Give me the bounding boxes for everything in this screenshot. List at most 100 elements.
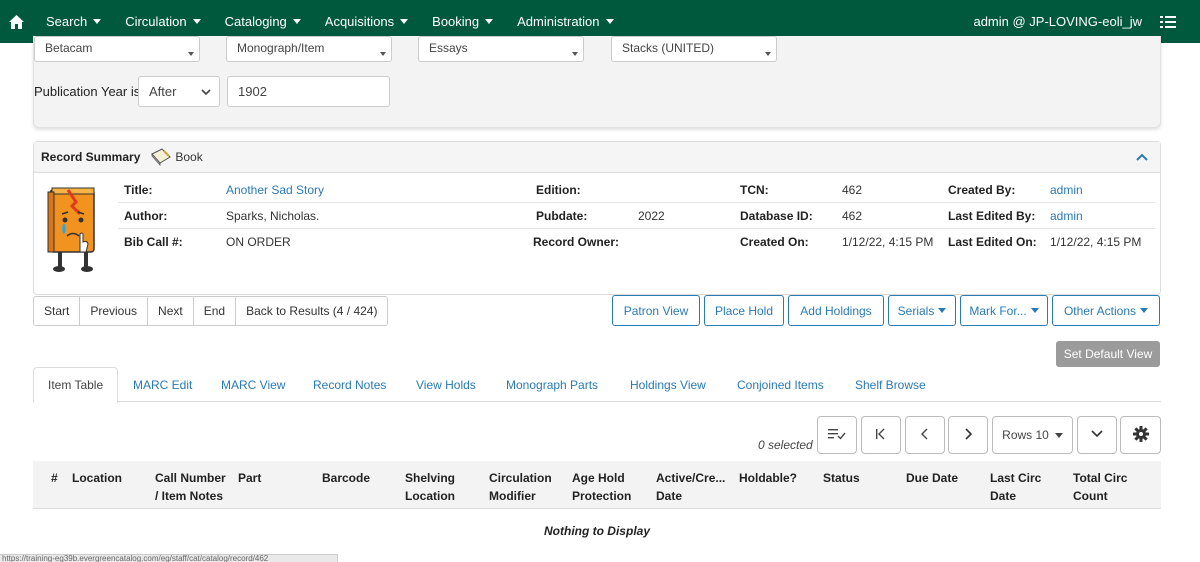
- nav-label: Acquisitions: [324, 14, 395, 29]
- select-arrow-icon: [188, 52, 194, 56]
- book-format-icon: [150, 148, 172, 166]
- bib-level-filter-select[interactable]: Monograph/Item: [226, 36, 392, 62]
- column-header-due-date[interactable]: Due Date: [906, 469, 958, 487]
- record-summary-row: Title: Another Sad Story Edition: TCN: 4…: [118, 177, 1155, 203]
- patron-view-button[interactable]: Patron View: [612, 295, 700, 326]
- column-header-label: Location: [72, 471, 122, 485]
- column-header-location[interactable]: Location: [72, 469, 122, 487]
- chevron-down-icon: [201, 85, 211, 100]
- literary-form-filter-select[interactable]: Essays: [418, 36, 584, 62]
- tab-marc-view[interactable]: MARC View: [221, 367, 285, 402]
- nav-label: Cataloging: [224, 14, 287, 29]
- pager-end-button[interactable]: End: [194, 297, 237, 325]
- caret-down-icon: [938, 308, 947, 313]
- tab-holdings-view[interactable]: Holdings View: [630, 367, 706, 402]
- location-filter-select[interactable]: Stacks (UNITED): [611, 36, 777, 62]
- place-hold-button[interactable]: Place Hold: [704, 295, 784, 326]
- caret-down-icon: [1140, 308, 1149, 313]
- hamburger-menu-icon[interactable]: [1158, 0, 1178, 43]
- caret-down-icon: [1054, 432, 1063, 438]
- column-header-index[interactable]: #: [51, 469, 58, 487]
- select-value: Stacks (UNITED): [622, 41, 715, 55]
- chevron-up-icon[interactable]: [1136, 150, 1148, 165]
- column-header-call-number[interactable]: Call Number / Item Notes: [155, 469, 226, 505]
- next-page-button[interactable]: [948, 416, 988, 454]
- pager-start-button[interactable]: Start: [34, 297, 81, 325]
- user-workstation-label[interactable]: admin @ JP-LOVING-eoli_jw: [973, 14, 1142, 29]
- tab-conjoined-items[interactable]: Conjoined Items: [737, 367, 824, 402]
- tab-monograph-parts[interactable]: Monograph Parts: [506, 367, 598, 402]
- column-header-label: Holdable?: [739, 471, 798, 485]
- caret-down-icon: [1030, 308, 1039, 313]
- column-header-label: Modifier: [489, 489, 536, 503]
- book-cover-image: [46, 184, 104, 276]
- tab-record-notes[interactable]: Record Notes: [313, 367, 386, 402]
- grid-settings-button[interactable]: [1120, 416, 1161, 454]
- column-header-label: Location: [405, 489, 455, 503]
- column-header-circulation-modifier[interactable]: Circulation Modifier: [489, 469, 552, 505]
- record-summary-panel: Record Summary Book Title: Another Sad S…: [33, 141, 1161, 295]
- select-value: After: [149, 84, 177, 99]
- tab-view-holds[interactable]: View Holds: [416, 367, 476, 402]
- title-link[interactable]: Another Sad Story: [226, 183, 324, 197]
- item-form-filter-select[interactable]: Betacam: [34, 36, 200, 62]
- column-header-age-hold-protection[interactable]: Age Hold Protection: [572, 469, 631, 505]
- pager-previous-button[interactable]: Previous: [80, 297, 149, 325]
- last-edited-by-label: Last Edited By:: [948, 209, 1036, 223]
- caret-down-icon: [400, 19, 409, 24]
- publication-year-input[interactable]: 1902: [227, 76, 390, 107]
- publication-year-operator-select[interactable]: After: [138, 76, 220, 107]
- rows-per-page-dropdown[interactable]: Rows 10: [992, 416, 1073, 454]
- created-by-label: Created By:: [948, 183, 1016, 197]
- tcn-label: TCN:: [740, 183, 769, 197]
- column-header-label: Due Date: [906, 471, 959, 485]
- column-header-label: Age Hold: [572, 471, 625, 485]
- column-header-label: Circulation: [489, 471, 552, 485]
- select-rows-button[interactable]: [817, 416, 857, 454]
- author-label: Author:: [124, 209, 168, 223]
- created-on-value: 1/12/22, 4:15 PM: [842, 235, 934, 249]
- record-summary-header: Record Summary Book: [34, 142, 1160, 173]
- pager-next-button[interactable]: Next: [148, 297, 194, 325]
- tab-shelf-browse[interactable]: Shelf Browse: [855, 367, 926, 402]
- home-icon[interactable]: [0, 0, 32, 43]
- column-header-shelving-location[interactable]: Shelving Location: [405, 469, 455, 505]
- column-header-total-circ-count[interactable]: Total Circ Count: [1073, 469, 1127, 505]
- mark-for-dropdown-button[interactable]: Mark For...: [960, 295, 1048, 326]
- button-label: Mark For...: [969, 303, 1027, 318]
- select-arrow-icon: [765, 52, 771, 56]
- column-header-barcode[interactable]: Barcode: [322, 469, 370, 487]
- column-header-label: Part: [238, 471, 262, 485]
- tcn-value: 462: [842, 183, 863, 197]
- record-pager: Start Previous Next End Back to Results …: [33, 296, 389, 326]
- column-header-label: Date: [990, 489, 1017, 503]
- expand-columns-button[interactable]: [1077, 416, 1117, 454]
- column-header-label: #: [51, 471, 58, 485]
- tab-item-table[interactable]: Item Table: [33, 367, 119, 403]
- back-to-results-button[interactable]: Back to Results (4 / 424): [236, 297, 387, 325]
- column-header-label: Total Circ: [1073, 471, 1128, 485]
- created-by-link[interactable]: admin: [1050, 183, 1083, 197]
- list-check-icon: [828, 427, 846, 444]
- button-label: Patron View: [623, 303, 689, 318]
- column-header-last-circ-date[interactable]: Last Circ Date: [990, 469, 1041, 505]
- column-header-label: Last Circ: [990, 471, 1042, 485]
- chevron-right-icon: [963, 427, 973, 443]
- column-header-part[interactable]: Part: [238, 469, 261, 487]
- column-header-label: Shelving: [405, 471, 456, 485]
- set-default-view-button[interactable]: Set Default View: [1056, 341, 1160, 367]
- record-tabs: Item Table MARC Edit MARC View Record No…: [33, 367, 1161, 403]
- serials-dropdown-button[interactable]: Serials: [888, 295, 956, 326]
- caret-down-icon: [292, 19, 301, 24]
- other-actions-dropdown-button[interactable]: Other Actions: [1052, 295, 1160, 326]
- column-header-holdable[interactable]: Holdable?: [739, 469, 797, 487]
- first-page-button[interactable]: [861, 416, 901, 454]
- column-header-active-date[interactable]: Active/Cre... Date: [656, 469, 725, 505]
- chevron-down-icon: [1091, 428, 1103, 442]
- tab-marc-edit[interactable]: MARC Edit: [133, 367, 192, 402]
- button-label: Place Hold: [714, 303, 774, 318]
- column-header-status[interactable]: Status: [823, 469, 860, 487]
- previous-page-button[interactable]: [905, 416, 945, 454]
- last-edited-by-link[interactable]: admin: [1050, 209, 1083, 223]
- add-holdings-button[interactable]: Add Holdings: [788, 295, 884, 326]
